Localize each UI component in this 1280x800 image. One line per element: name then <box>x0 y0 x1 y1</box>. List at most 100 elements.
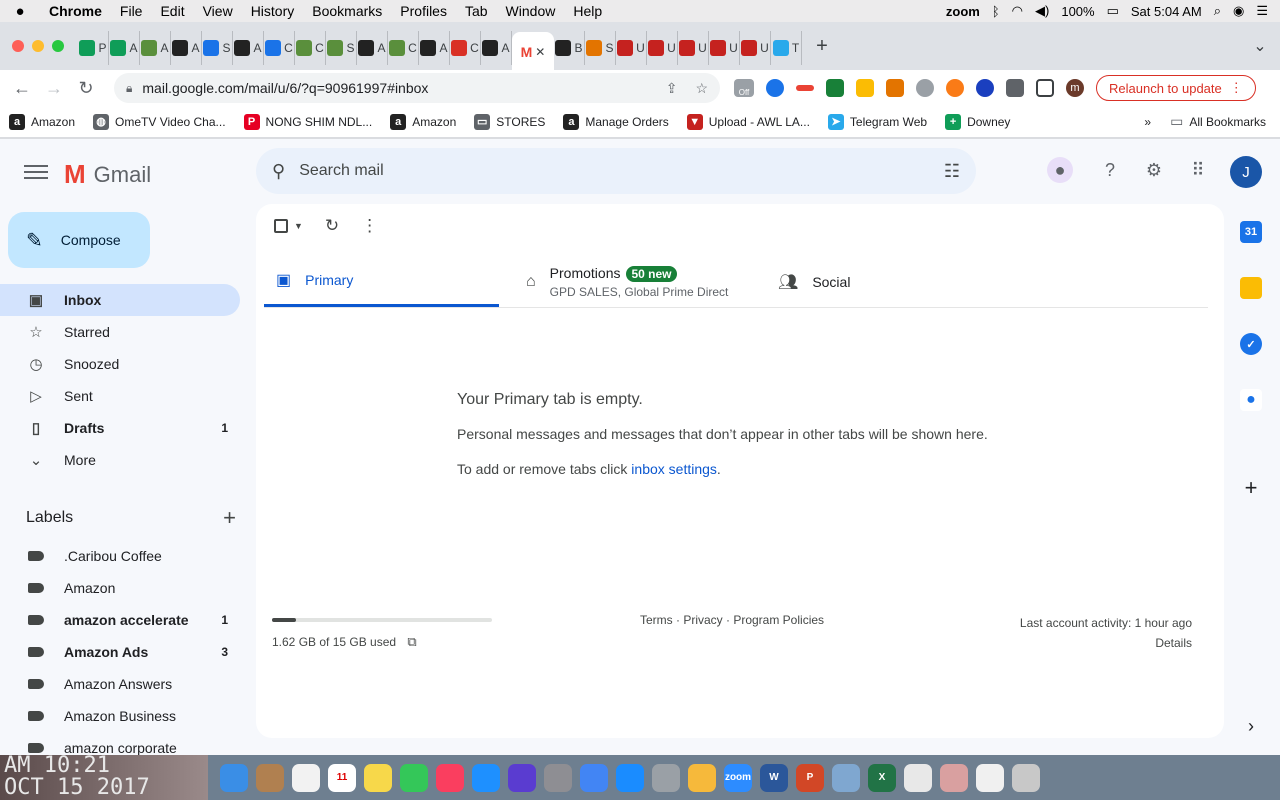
calendar-icon[interactable]: 11 <box>328 763 356 792</box>
trash-icon[interactable] <box>1012 763 1040 792</box>
settings-gear-icon[interactable]: ⚙ <box>1141 157 1167 183</box>
tasks-icon[interactable]: ✓ <box>1240 333 1262 355</box>
word-icon[interactable]: W <box>760 763 788 792</box>
extension-circle-icon[interactable] <box>946 79 964 97</box>
relaunch-button[interactable]: Relaunch to update ⋮ <box>1096 75 1256 101</box>
menu-app-name[interactable]: Chrome <box>40 3 111 19</box>
new-tab-button[interactable]: + <box>802 35 842 58</box>
extension-link-icon[interactable] <box>916 79 934 97</box>
profile-avatar[interactable]: m <box>1066 79 1084 97</box>
label-item[interactable]: Amazon Answers <box>0 668 240 700</box>
bookmark-item[interactable]: a Amazon <box>381 113 465 130</box>
extension-off-icon[interactable]: Off <box>734 79 754 97</box>
menu-window[interactable]: Window <box>497 3 565 19</box>
menu-view[interactable]: View <box>194 3 242 19</box>
bookmark-item[interactable]: ➤ Telegram Web <box>819 113 936 130</box>
add-addon-icon[interactable]: + <box>1240 475 1262 500</box>
menu-bookmarks[interactable]: Bookmarks <box>303 3 391 19</box>
tab-tabs-3[interactable]: A <box>171 31 202 65</box>
tab-tabs2-2[interactable]: U <box>616 31 647 65</box>
apps-grid-icon[interactable]: ⠿ <box>1185 157 1211 183</box>
menu-tab[interactable]: Tab <box>456 3 497 19</box>
facetime-icon[interactable] <box>400 763 428 792</box>
settings-icon[interactable] <box>544 763 572 792</box>
photos-icon[interactable] <box>688 763 716 792</box>
extension-f-icon[interactable] <box>976 79 994 97</box>
spotlight-icon[interactable]: ⌕ <box>1214 3 1221 19</box>
document-icon[interactable] <box>976 763 1004 792</box>
bookmark-item[interactable]: a Amazon <box>0 113 84 130</box>
tab-tabs-5[interactable]: A <box>233 31 264 65</box>
inbox-settings-link[interactable]: inbox settings <box>631 461 717 477</box>
status-ghost-icon[interactable]: ● <box>1047 157 1073 183</box>
bookmark-item[interactable]: ▭ STORES <box>465 113 554 130</box>
contacts-icon[interactable] <box>256 763 284 792</box>
menu-profiles[interactable]: Profiles <box>391 3 456 19</box>
tab-primary[interactable]: ▣ Primary <box>264 256 499 307</box>
safari-icon[interactable] <box>616 763 644 792</box>
bookmark-item[interactable]: a Manage Orders <box>554 113 677 130</box>
address-bar[interactable]: 🔒︎ mail.google.com/mail/u/6/?q=90961997#… <box>114 73 720 103</box>
extensions-puzzle-icon[interactable] <box>1006 79 1024 97</box>
nav-item-starred[interactable]: ☆ Starred <box>0 316 240 348</box>
close-window-button[interactable] <box>12 40 24 52</box>
nav-item-sent[interactable]: ▷ Sent <box>0 380 240 412</box>
bookmark-item[interactable]: P NONG SHIM NDL... <box>235 113 382 130</box>
reminders-icon[interactable] <box>292 763 320 792</box>
bookmark-star-icon[interactable]: ☆ <box>695 80 708 97</box>
tab-tabs2-0[interactable]: B <box>554 31 585 65</box>
label-item[interactable]: Amazon Business <box>0 700 240 732</box>
clock[interactable]: Sat 5:04 AM <box>1131 4 1202 19</box>
excel-icon[interactable]: X <box>868 763 896 792</box>
bluetooth-icon[interactable]: ᛒ <box>992 4 1000 19</box>
back-icon[interactable]: ← <box>6 78 38 99</box>
zoom-window-button[interactable] <box>52 40 64 52</box>
appstore-icon[interactable] <box>472 763 500 792</box>
nav-item-inbox[interactable]: ▣ Inbox <box>0 284 240 316</box>
tab-tabs-6[interactable]: C <box>264 31 295 65</box>
select-checkbox[interactable]: ▼ <box>274 219 303 233</box>
tab-tabs-8[interactable]: S <box>326 31 357 65</box>
wifi-icon[interactable]: ◠ <box>1012 3 1023 19</box>
tab-tabs2-5[interactable]: U <box>709 31 740 65</box>
label-item[interactable]: .Caribou Coffee <box>0 540 240 572</box>
menu-edit[interactable]: Edit <box>151 3 193 19</box>
main-menu-icon[interactable] <box>24 161 48 181</box>
notes-icon[interactable] <box>364 763 392 792</box>
bookmarks-overflow-icon[interactable]: » <box>1134 115 1161 129</box>
music-icon[interactable] <box>436 763 464 792</box>
url-text[interactable]: mail.google.com/mail/u/6/?q=90961997#inb… <box>142 80 428 96</box>
siri-icon[interactable] <box>508 763 536 792</box>
minimize-window-button[interactable] <box>32 40 44 52</box>
battery-percent[interactable]: 100% <box>1061 4 1094 19</box>
finder-icon[interactable] <box>220 763 248 792</box>
tab-tabs-13[interactable]: A <box>481 31 512 65</box>
label-item[interactable]: amazon accelerate 1 <box>0 604 240 636</box>
tab-tabs2-3[interactable]: U <box>647 31 678 65</box>
nav-item-more[interactable]: ⌄ More <box>0 444 240 476</box>
label-item[interactable]: Amazon <box>0 572 240 604</box>
tab-tabs-9[interactable]: A <box>357 31 388 65</box>
calendar-icon[interactable]: 31 <box>1240 221 1262 243</box>
search-input[interactable]: Search mail <box>299 162 383 180</box>
extension-rs-icon[interactable] <box>826 79 844 97</box>
extension-orange-icon[interactable] <box>886 79 904 97</box>
menu-history[interactable]: History <box>242 3 304 19</box>
tab-tabs2-7[interactable]: T <box>771 31 802 65</box>
keep-icon[interactable] <box>1240 277 1262 299</box>
forward-icon[interactable]: → <box>38 78 70 99</box>
photo-icon[interactable] <box>940 763 968 792</box>
refresh-icon[interactable]: ↻ <box>325 216 339 236</box>
help-icon[interactable]: ? <box>1097 157 1123 183</box>
bookmark-item[interactable]: ◍ OmeTV Video Cha... <box>84 113 235 130</box>
bookmark-item[interactable]: + Downey <box>936 113 1019 130</box>
tab-search-icon[interactable]: ⌄ <box>1240 36 1280 56</box>
all-bookmarks-button[interactable]: ▭ All Bookmarks <box>1161 113 1280 130</box>
account-avatar[interactable]: J <box>1230 156 1262 188</box>
search-icon[interactable]: ⚲ <box>272 161 285 182</box>
powerpoint-icon[interactable]: P <box>796 763 824 792</box>
footer-links[interactable]: Terms · Privacy · Program Policies <box>640 613 824 627</box>
tab-tabs-11[interactable]: A <box>419 31 450 65</box>
nav-item-snoozed[interactable]: ◷ Snoozed <box>0 348 240 380</box>
tab-tabs-7[interactable]: C <box>295 31 326 65</box>
